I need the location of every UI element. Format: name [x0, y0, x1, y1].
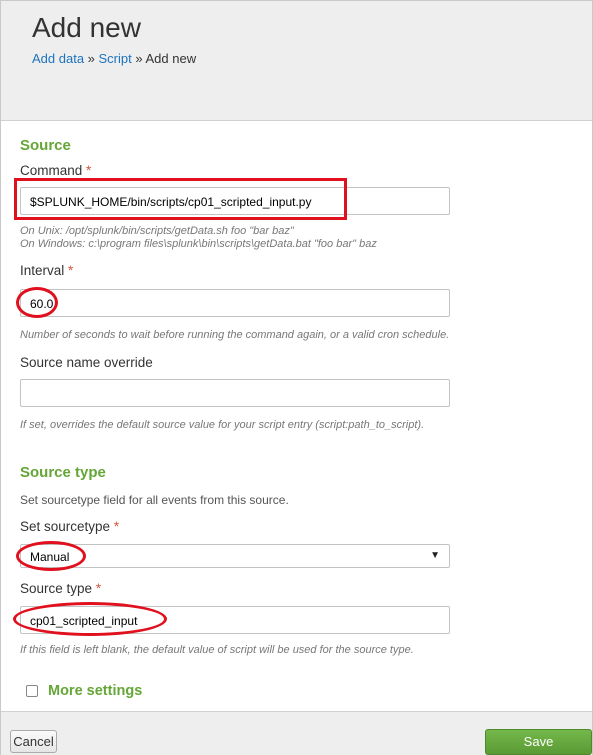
required-marker: * — [86, 163, 92, 178]
page-title: Add new — [32, 12, 141, 43]
more-settings-toggle[interactable]: More settings — [26, 683, 142, 699]
more-settings-label: More settings — [48, 683, 143, 699]
source-name-override-label: Source name override — [20, 355, 153, 370]
source-section-title: Source — [20, 137, 71, 154]
more-settings-checkbox[interactable] — [26, 685, 38, 697]
required-marker: * — [68, 263, 74, 278]
page-header: Add new Add data » Script » Add new — [1, 1, 592, 121]
interval-highlight-ellipse — [16, 287, 58, 318]
breadcrumb-script-link[interactable]: Script — [99, 51, 132, 66]
required-marker: * — [95, 581, 102, 596]
save-button[interactable]: Save — [485, 729, 592, 755]
add-new-dialog: Add new Add data » Script » Add new Sour… — [0, 0, 593, 755]
cancel-button[interactable]: Cancel — [10, 730, 57, 753]
source-name-override-input[interactable] — [20, 379, 450, 407]
source-type-label-text: Source type — [20, 581, 93, 596]
command-label: Command * — [20, 163, 91, 178]
breadcrumb-separator: » — [131, 51, 146, 66]
breadcrumb: Add data » Script » Add new — [32, 51, 196, 66]
source-type-description: Set sourcetype field for all events from… — [20, 493, 289, 507]
source-name-override-help: If set, overrides the default source val… — [20, 419, 425, 431]
command-label-text: Command — [20, 163, 83, 178]
breadcrumb-add-data-link[interactable]: Add data — [32, 51, 84, 66]
command-highlight-box — [14, 178, 347, 220]
command-help-windows: On Windows: c:\program files\splunk\bin\… — [20, 238, 377, 250]
source-type-section-title: Source type — [20, 464, 106, 481]
source-type-help: If this field is left blank, the default… — [20, 644, 414, 656]
source-type-label: Source type * — [20, 581, 101, 596]
set-sourcetype-label: Set sourcetype * — [20, 519, 119, 534]
command-help-unix: On Unix: /opt/splunk/bin/scripts/getData… — [20, 225, 294, 237]
source-type-highlight-ellipse — [13, 602, 167, 636]
set-sourcetype-highlight-ellipse — [16, 541, 86, 571]
interval-help: Number of seconds to wait before running… — [20, 329, 450, 341]
dropdown-caret-icon: ▼ — [430, 550, 440, 561]
footer-bar: Cancel Save — [1, 711, 592, 755]
interval-input[interactable]: 60.0 — [20, 289, 450, 317]
interval-label-text: Interval — [20, 263, 65, 278]
interval-label: Interval * — [20, 263, 73, 278]
breadcrumb-separator: » — [84, 51, 99, 66]
required-marker: * — [113, 519, 120, 534]
breadcrumb-current: Add new — [145, 51, 197, 66]
set-sourcetype-label-text: Set sourcetype — [20, 519, 111, 534]
